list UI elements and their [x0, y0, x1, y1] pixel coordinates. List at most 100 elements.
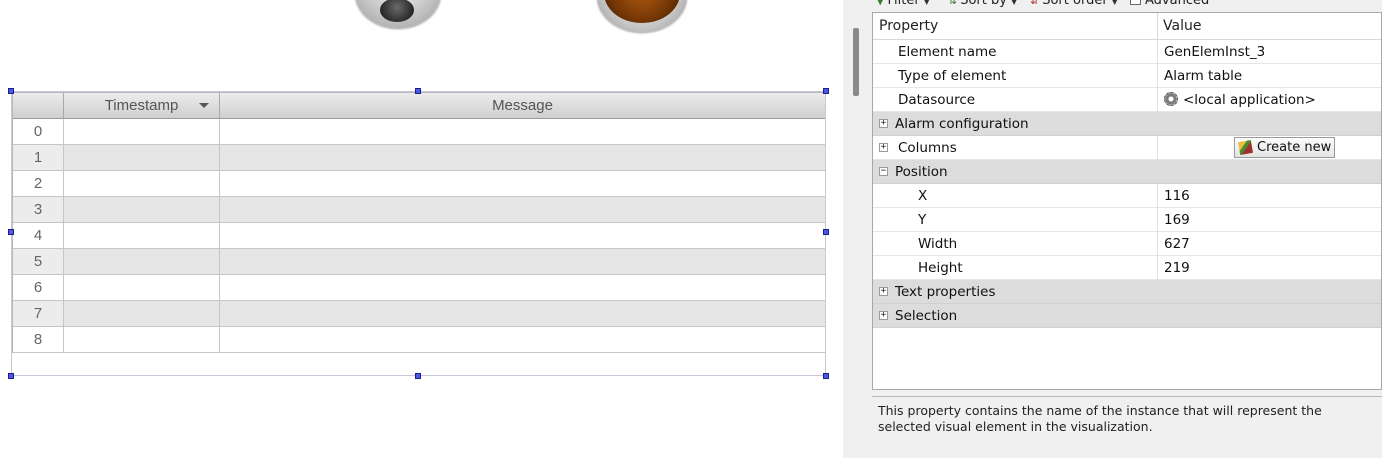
- properties-panel: ▼ Filter ▼ ⇅ Sort by ▼ ⇵ Sort order ▼ Advanced…: [870, 0, 1382, 458]
- property-name: Height: [918, 260, 963, 276]
- message-cell: [220, 301, 825, 326]
- sort-order-icon: ⇵: [1030, 0, 1040, 7]
- property-category-selection[interactable]: + Selection: [873, 304, 1381, 328]
- table-row[interactable]: 4: [13, 223, 825, 249]
- property-name: Y: [918, 212, 927, 228]
- table-row[interactable]: 7: [13, 301, 825, 327]
- wand-icon: [1237, 139, 1254, 156]
- advanced-label: Advanced: [1145, 0, 1210, 8]
- category-name: Selection: [895, 308, 958, 324]
- property-value[interactable]: 116: [1157, 184, 1381, 208]
- timestamp-cell: [64, 171, 220, 196]
- timestamp-cell: [64, 301, 220, 326]
- sort-by-dropdown[interactable]: ⇅ Sort by ▼: [948, 0, 1017, 8]
- row-index: 1: [13, 145, 64, 170]
- property-value[interactable]: 627: [1157, 232, 1381, 256]
- chevron-down-icon: ▼: [923, 0, 930, 6]
- row-index: 3: [13, 197, 64, 222]
- property-row-type[interactable]: Type of element Alarm table: [873, 64, 1381, 88]
- resize-handle-bottom[interactable]: [415, 373, 421, 379]
- gray-lamp-center: [380, 0, 414, 22]
- property-value[interactable]: GenElemInst_3: [1157, 40, 1381, 64]
- header-message-label: Message: [492, 97, 553, 114]
- expand-icon[interactable]: +: [879, 119, 888, 128]
- timestamp-cell: [64, 223, 220, 248]
- create-new-button[interactable]: Create new: [1234, 137, 1335, 158]
- table-row[interactable]: 0: [13, 119, 825, 145]
- scrollbar-thumb[interactable]: [853, 28, 859, 96]
- filter-icon: ▼: [876, 0, 885, 7]
- category-name: Position: [895, 164, 948, 180]
- property-row-height[interactable]: Height 219: [873, 256, 1381, 280]
- table-row[interactable]: 3: [13, 197, 825, 223]
- table-row[interactable]: 1: [13, 145, 825, 171]
- timestamp-cell: [64, 249, 220, 274]
- chevron-down-icon[interactable]: [199, 103, 209, 108]
- filter-dropdown[interactable]: ▼ Filter ▼: [876, 0, 930, 8]
- message-cell: [220, 249, 825, 274]
- property-row-y[interactable]: Y 169: [873, 208, 1381, 232]
- table-row[interactable]: 6: [13, 275, 825, 301]
- header-message[interactable]: Message: [220, 93, 825, 119]
- alarm-table-header: Timestamp Message: [13, 93, 825, 119]
- expand-icon[interactable]: +: [879, 311, 888, 320]
- table-row[interactable]: 2: [13, 171, 825, 197]
- gear-icon: [1164, 92, 1178, 106]
- brown-lamp-center: [604, 0, 680, 23]
- checkbox-icon[interactable]: [1130, 0, 1141, 5]
- brown-lamp-element[interactable]: [597, 0, 687, 32]
- property-row-element-name[interactable]: Element name GenElemInst_3: [873, 40, 1381, 64]
- visualization-canvas[interactable]: Timestamp Message 0 1 2 3 4 5 6 7 8: [0, 0, 843, 458]
- timestamp-cell: [64, 119, 220, 144]
- resize-handle-top[interactable]: [415, 88, 421, 94]
- property-name: Type of element: [898, 68, 1007, 84]
- property-row-datasource[interactable]: Datasource <local application>: [873, 88, 1381, 112]
- chevron-down-icon: ▼: [1111, 0, 1118, 6]
- properties-toolbar: ▼ Filter ▼ ⇅ Sort by ▼ ⇵ Sort order ▼ Advanced: [870, 0, 1382, 11]
- gray-lamp-element[interactable]: [355, 0, 441, 28]
- property-value[interactable]: 169: [1157, 208, 1381, 232]
- property-name: Width: [918, 236, 958, 252]
- header-value[interactable]: Value: [1157, 13, 1201, 40]
- sort-order-dropdown[interactable]: ⇵ Sort order ▼: [1030, 0, 1118, 8]
- alarm-table-element[interactable]: Timestamp Message 0 1 2 3 4 5 6 7 8: [12, 92, 825, 353]
- expand-icon[interactable]: +: [879, 287, 888, 296]
- canvas-scrollbar[interactable]: [843, 0, 870, 458]
- property-category-position[interactable]: − Position: [873, 160, 1381, 184]
- property-category-alarm-configuration[interactable]: + Alarm configuration: [873, 112, 1381, 136]
- filter-label: Filter: [887, 0, 920, 8]
- resize-handle-left[interactable]: [8, 229, 14, 235]
- header-timestamp-label: Timestamp: [104, 97, 179, 114]
- timestamp-cell: [64, 145, 220, 170]
- property-row-columns[interactable]: + Columns Create new: [873, 136, 1381, 160]
- row-index: 7: [13, 301, 64, 326]
- collapse-icon[interactable]: −: [879, 167, 888, 176]
- header-timestamp[interactable]: Timestamp: [64, 93, 220, 119]
- header-property[interactable]: Property: [873, 13, 938, 40]
- sort-by-label: Sort by: [960, 0, 1007, 8]
- property-row-x[interactable]: X 116: [873, 184, 1381, 208]
- property-category-text-properties[interactable]: + Text properties: [873, 280, 1381, 304]
- timestamp-cell: [64, 327, 220, 352]
- property-value[interactable]: <local application>: [1157, 88, 1381, 112]
- resize-handle-right[interactable]: [823, 229, 829, 235]
- datasource-value: <local application>: [1183, 92, 1316, 108]
- property-row-width[interactable]: Width 627: [873, 232, 1381, 256]
- expand-icon[interactable]: +: [879, 143, 888, 152]
- timestamp-cell: [64, 197, 220, 222]
- resize-handle-top-left[interactable]: [8, 88, 14, 94]
- property-name: Columns: [898, 140, 957, 156]
- row-index: 0: [13, 119, 64, 144]
- resize-handle-top-right[interactable]: [823, 88, 829, 94]
- resize-handle-bottom-right[interactable]: [823, 373, 829, 379]
- table-row[interactable]: 5: [13, 249, 825, 275]
- message-cell: [220, 171, 825, 196]
- advanced-checkbox[interactable]: Advanced: [1130, 0, 1209, 8]
- message-cell: [220, 327, 825, 352]
- resize-handle-bottom-left[interactable]: [8, 373, 14, 379]
- table-row[interactable]: 8: [13, 327, 825, 353]
- create-new-label: Create new: [1257, 140, 1332, 155]
- message-cell: [220, 197, 825, 222]
- sort-order-label: Sort order: [1042, 0, 1108, 8]
- property-value[interactable]: 219: [1157, 256, 1381, 280]
